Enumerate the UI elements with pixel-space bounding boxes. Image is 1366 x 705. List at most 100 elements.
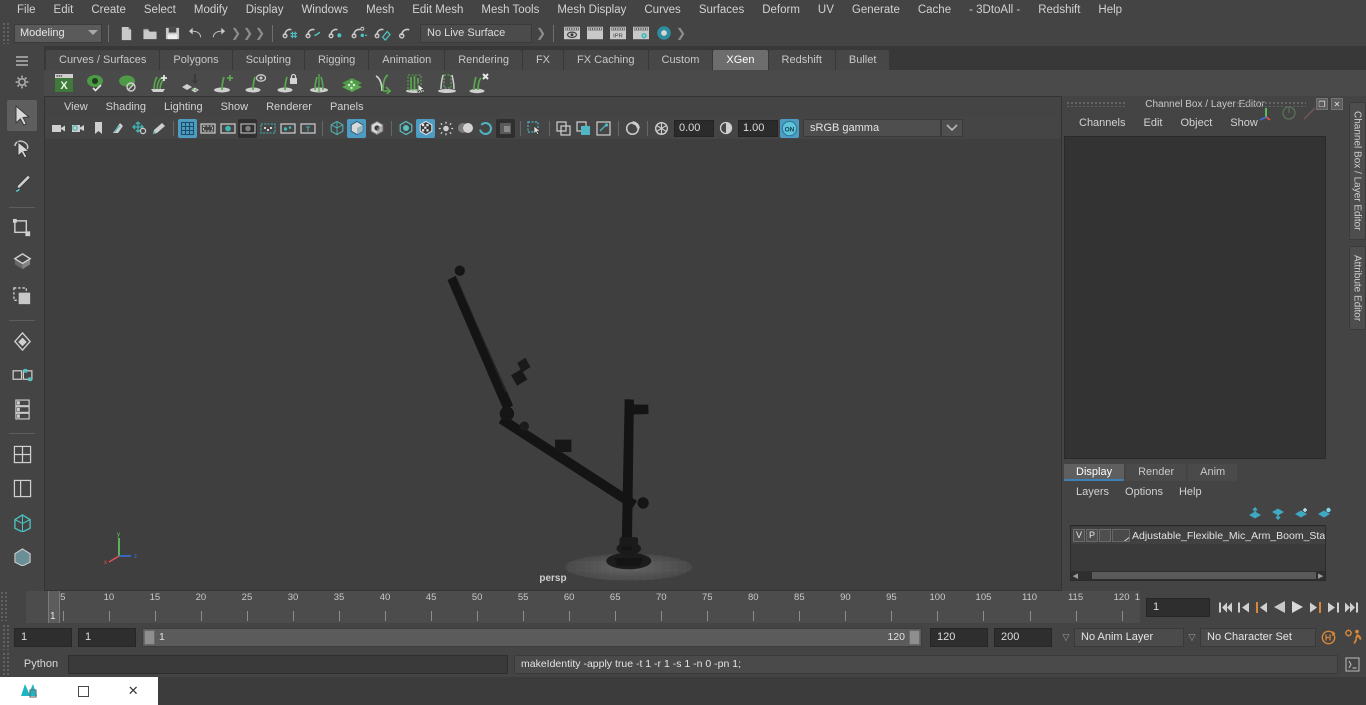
bookmark-icon[interactable] <box>89 119 108 138</box>
maya-app-icon[interactable] <box>19 682 39 700</box>
menu-cache[interactable]: Cache <box>909 0 960 20</box>
color-management-on-icon[interactable]: ON <box>780 118 799 138</box>
shelf-tab-curves-surfaces[interactable]: Curves / Surfaces <box>46 50 160 70</box>
xgen-add-description-icon[interactable] <box>144 70 176 96</box>
range-start-handle[interactable] <box>144 629 155 645</box>
menu-3dtoall[interactable]: - 3DtoAll - <box>960 0 1029 20</box>
select-camera-icon[interactable] <box>49 119 68 138</box>
render-settings-icon[interactable] <box>630 23 651 44</box>
shelf-tab-redshift[interactable]: Redshift <box>768 50 835 70</box>
exposure-field[interactable]: 0.00 <box>674 119 714 137</box>
shelf-tab-animation[interactable]: Animation <box>369 50 445 70</box>
command-input[interactable] <box>68 654 508 674</box>
use-default-material-icon[interactable] <box>396 119 415 138</box>
channelbox-menu-object[interactable]: Object <box>1171 112 1221 134</box>
menu-select[interactable]: Select <box>135 0 185 20</box>
step-forward-frame-icon[interactable] <box>1306 596 1324 618</box>
safe-title-icon[interactable]: T <box>298 119 317 138</box>
color-space-selector[interactable]: sRGB gamma <box>803 119 941 137</box>
shelf-tab-bullet[interactable]: Bullet <box>835 50 890 70</box>
undo-icon[interactable] <box>185 23 206 44</box>
xgen-region-mask-icon[interactable] <box>432 70 464 96</box>
shaded-wireframe-icon[interactable] <box>416 118 435 138</box>
xgen-preview-off-icon[interactable] <box>112 70 144 96</box>
script-editor-icon[interactable] <box>1342 655 1362 674</box>
status-line-more-icon[interactable]: ❯ <box>675 23 687 43</box>
snap-to-point-icon[interactable] <box>326 23 347 44</box>
layer-list-scrollbar[interactable]: ◀ ▶ <box>1071 571 1325 580</box>
gamma-icon[interactable] <box>716 119 735 138</box>
animation-preferences-icon[interactable] <box>1340 628 1366 646</box>
layer-playback-toggle[interactable]: P <box>1086 529 1098 542</box>
menu-edit[interactable]: Edit <box>45 0 83 20</box>
single-persp-layout[interactable] <box>7 541 37 572</box>
channelbox-menu-edit[interactable]: Edit <box>1134 112 1171 134</box>
time-slider-grip[interactable] <box>0 591 9 621</box>
isolate-select-icon[interactable] <box>525 119 544 138</box>
smooth-shade-textured-icon[interactable] <box>367 119 386 138</box>
go-to-start-icon[interactable] <box>1216 596 1234 618</box>
scroll-left-icon[interactable]: ◀ <box>1071 571 1080 580</box>
scale-tool[interactable] <box>7 281 37 312</box>
save-scene-icon[interactable] <box>162 23 183 44</box>
menu-redshift[interactable]: Redshift <box>1029 0 1089 20</box>
pen-icon[interactable] <box>1302 105 1318 121</box>
motion-blur-icon[interactable] <box>496 118 515 138</box>
anim-layer-selector[interactable]: No Anim Layer <box>1074 627 1184 647</box>
redo-icon[interactable] <box>208 23 229 44</box>
viewport-menu-shading[interactable]: Shading <box>97 97 155 117</box>
ipr-render-icon[interactable]: IPR <box>607 23 628 44</box>
tab-render[interactable]: Render <box>1126 464 1187 481</box>
auto-keyframe-icon[interactable] <box>1316 629 1340 646</box>
viewport-menu-renderer[interactable]: Renderer <box>257 97 321 117</box>
step-forward-keyframe-icon[interactable] <box>1324 596 1342 618</box>
layer-name[interactable]: Adjustable_Flexible_Mic_Arm_Boom_Stand_ <box>1132 530 1325 542</box>
scrollbar-thumb[interactable] <box>1091 572 1317 579</box>
viewport-menu-show[interactable]: Show <box>212 97 258 117</box>
animation-start-time-field[interactable]: 1 <box>14 627 72 647</box>
persp-outliner-layout[interactable] <box>7 473 37 504</box>
move-layer-up-icon[interactable] <box>1245 505 1265 521</box>
viewport-menu-panels[interactable]: Panels <box>321 97 373 117</box>
wireframe-icon[interactable] <box>327 119 346 138</box>
xray-active-components-icon[interactable] <box>594 119 613 138</box>
xray-joints-icon[interactable] <box>574 119 593 138</box>
range-slider[interactable]: 1 120 <box>142 627 922 647</box>
menu-windows[interactable]: Windows <box>292 0 357 20</box>
layer-menu-help[interactable]: Help <box>1171 481 1210 503</box>
time-slider[interactable]: 1 5 10 15 20 25 30 35 40 45 50 55 60 65 70 75 80 85 90 95 1… <box>26 591 1140 623</box>
display-layer-list[interactable]: V P Adjustable_Flexible_Mic_Arm_Boom_Sta… <box>1070 525 1326 581</box>
xgen-preview-on-icon[interactable] <box>80 70 112 96</box>
grid-toggle-icon[interactable] <box>178 118 197 138</box>
render-view-icon[interactable] <box>561 23 582 44</box>
side-tab-channel-box[interactable]: Channel Box / Layer Editor <box>1348 102 1366 240</box>
menu-mesh-display[interactable]: Mesh Display <box>548 0 635 20</box>
range-end-handle[interactable] <box>909 629 920 645</box>
make-live-icon[interactable] <box>395 23 416 44</box>
shelf-tab-fx-caching[interactable]: FX Caching <box>564 50 648 70</box>
menu-mesh[interactable]: Mesh <box>357 0 403 20</box>
xgen-mirror-guide-icon[interactable] <box>304 70 336 96</box>
xgen-import-collection-icon[interactable] <box>176 70 208 96</box>
shelf-menu-icon[interactable] <box>12 52 32 70</box>
xray-icon[interactable] <box>554 119 573 138</box>
soft-modification-tool[interactable] <box>7 326 37 357</box>
xgen-select-primitives-icon[interactable] <box>400 70 432 96</box>
render-sequence-icon[interactable] <box>584 23 605 44</box>
step-back-frame-icon[interactable] <box>1252 596 1270 618</box>
menu-display[interactable]: Display <box>237 0 293 20</box>
animation-end-time-field[interactable]: 200 <box>994 627 1052 647</box>
live-surface-expand-icon[interactable]: ❯ <box>535 23 547 43</box>
persp-graph-layout[interactable] <box>7 507 37 538</box>
open-scene-icon[interactable] <box>139 23 160 44</box>
layer-menu-layers[interactable]: Layers <box>1068 481 1117 503</box>
anim-layer-chevron-down-icon[interactable]: ▽ <box>1058 628 1074 647</box>
current-frame-field[interactable]: 1 <box>1146 597 1210 617</box>
new-layer-icon[interactable] <box>1291 505 1311 521</box>
viewport-refresh-icon[interactable] <box>623 119 642 138</box>
live-surface-field[interactable]: No Live Surface <box>420 23 532 43</box>
image-plane-icon[interactable] <box>109 119 128 138</box>
shelf-tab-custom[interactable]: Custom <box>648 50 713 70</box>
xgen-density-map-icon[interactable] <box>336 70 368 96</box>
new-layer-from-selection-icon[interactable] <box>1314 505 1334 521</box>
